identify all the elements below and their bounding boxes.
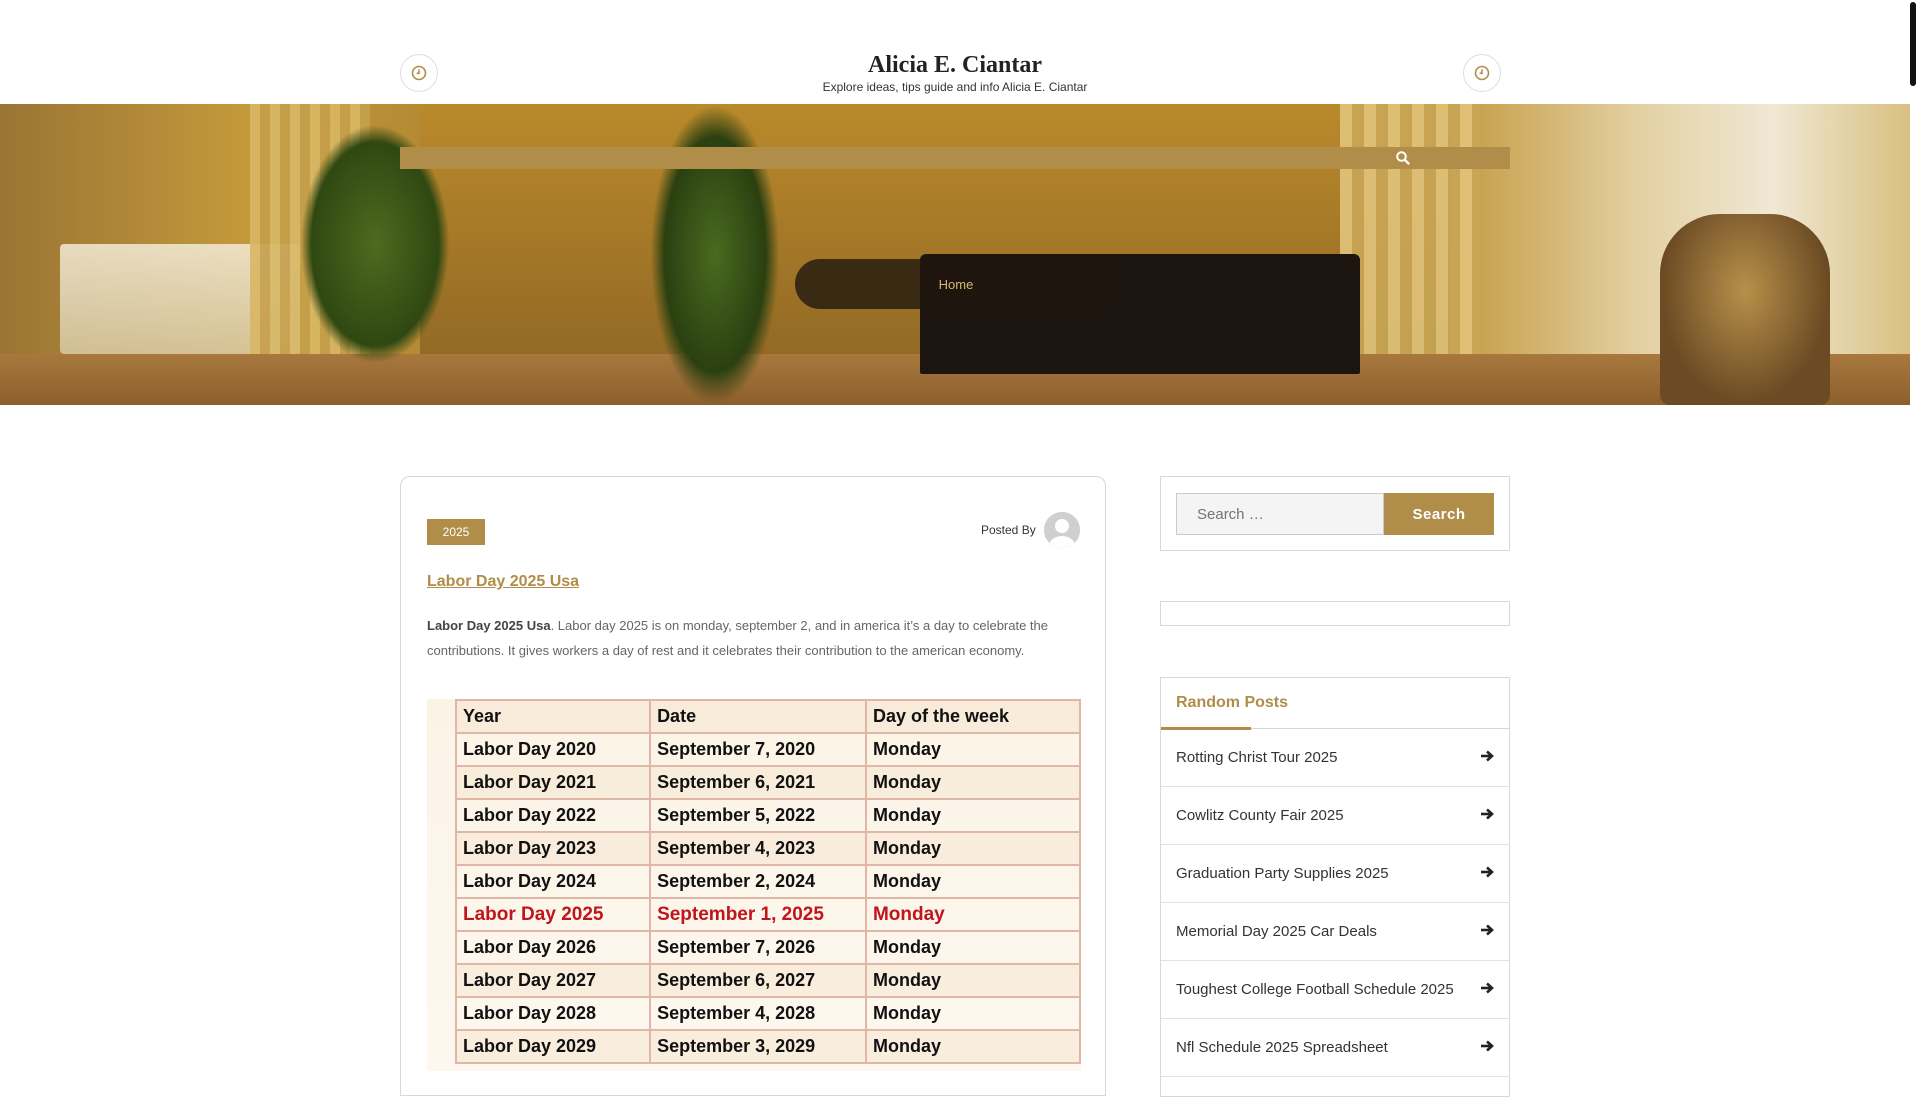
table-header-row: Year Date Day of the week: [454, 699, 1082, 734]
table-cell: Monday: [864, 1029, 1082, 1064]
table-cell: Labor Day 2020: [454, 732, 652, 767]
arrow-circle-right-icon: [1480, 749, 1494, 767]
user-avatar-icon: [1044, 512, 1080, 548]
table-row: Labor Day 2024 September 2, 2024 Monday: [454, 864, 1082, 899]
breadcrumb-home-link[interactable]: Home: [939, 277, 974, 292]
table-row: Labor Day 2022 September 5, 2022 Monday: [454, 798, 1082, 833]
table-row: Labor Day 2029 September 3, 2029 Monday: [454, 1029, 1082, 1064]
table-row: Labor Day 2027 September 6, 2027 Monday: [454, 963, 1082, 998]
table-cell: Monday: [864, 996, 1082, 1031]
table-cell: September 7, 2026: [649, 930, 867, 965]
table-row: Labor Day 2021 September 6, 2021 Monday: [454, 765, 1082, 800]
table-cell: Monday: [864, 732, 1082, 767]
random-post-link[interactable]: Memorial Day 2025 Car Deals: [1176, 923, 1377, 940]
post-excerpt-bold: Labor Day 2025 Usa: [427, 618, 551, 633]
list-item[interactable]: Cowlitz County Fair 2025: [1161, 787, 1509, 845]
table-cell: Labor Day 2024: [454, 864, 652, 899]
search-button[interactable]: Search: [1384, 493, 1494, 535]
breadcrumb: Home: [795, 259, 1117, 309]
table-row: Labor Day 2028 September 4, 2028 Monday: [454, 996, 1082, 1031]
list-item[interactable]: Rotting Christ Tour 2025: [1161, 729, 1509, 787]
table-cell: September 4, 2028: [649, 996, 867, 1031]
arrow-circle-right-icon: [1480, 1039, 1494, 1057]
random-post-link[interactable]: Toughest College Football Schedule 2025: [1176, 981, 1454, 998]
post-excerpt: Labor Day 2025 Usa. Labor day 2025 is on…: [427, 613, 1077, 663]
table-cell: Labor Day 2022: [454, 798, 652, 833]
posted-by-label: Posted By: [981, 523, 1036, 537]
table-cell: Labor Day 2023: [454, 831, 652, 866]
table-header-cell: Date: [649, 699, 867, 734]
table-row: Labor Day 2026 September 7, 2026 Monday: [454, 930, 1082, 965]
arrow-circle-right-icon: [1480, 807, 1494, 825]
table-cell: September 4, 2023: [649, 831, 867, 866]
hero-chair: [1660, 214, 1830, 405]
arrow-circle-right-icon: [1480, 923, 1494, 941]
random-posts-list: Rotting Christ Tour 2025 Cowlitz County F…: [1161, 729, 1509, 1077]
table-cell: September 2, 2024: [649, 864, 867, 899]
site-header: Alicia E. Ciantar Explore ideas, tips gu…: [0, 0, 1908, 104]
clock-icon: [1474, 65, 1490, 81]
site-title[interactable]: Alicia E. Ciantar: [0, 52, 1910, 79]
table-cell: September 1, 2025: [649, 897, 867, 932]
random-post-link[interactable]: Nfl Schedule 2025 Spreadsheet: [1176, 1039, 1388, 1056]
table-row: Labor Day 2025 September 1, 2025 Monday: [454, 897, 1082, 932]
table-cell: September 6, 2027: [649, 963, 867, 998]
search-input[interactable]: [1176, 493, 1384, 535]
empty-widget: [1160, 601, 1510, 626]
random-posts-widget: Random Posts Rotting Christ Tour 2025 Cow…: [1160, 677, 1510, 1097]
table-cell: Labor Day 2027: [454, 963, 652, 998]
table-cell: Labor Day 2021: [454, 765, 652, 800]
table-cell: Labor Day 2025: [454, 897, 652, 932]
list-item[interactable]: Memorial Day 2025 Car Deals: [1161, 903, 1509, 961]
random-post-link[interactable]: Graduation Party Supplies 2025: [1176, 865, 1389, 882]
main-navbar: [400, 147, 1510, 169]
table-cell: Monday: [864, 765, 1082, 800]
post-title-link[interactable]: Labor Day 2025 Usa: [427, 573, 579, 591]
table-cell: September 6, 2021: [649, 765, 867, 800]
list-item[interactable]: Graduation Party Supplies 2025: [1161, 845, 1509, 903]
list-item[interactable]: Nfl Schedule 2025 Spreadsheet: [1161, 1019, 1509, 1077]
table-cell: Monday: [864, 930, 1082, 965]
search-widget: Search: [1160, 476, 1510, 551]
table-cell: September 5, 2022: [649, 798, 867, 833]
table-header-cell: Day of the week: [864, 699, 1082, 734]
table-cell: Labor Day 2028: [454, 996, 652, 1031]
table-header-cell: Year: [454, 699, 652, 734]
table-row: Labor Day 2020 September 7, 2020 Monday: [454, 732, 1082, 767]
site-tagline: Explore ideas, tips guide and info Alici…: [822, 80, 1088, 94]
table-row: Labor Day 2023 September 4, 2023 Monday: [454, 831, 1082, 866]
table-cell: September 7, 2020: [649, 732, 867, 767]
table-cell: Monday: [864, 897, 1082, 932]
random-post-link[interactable]: Cowlitz County Fair 2025: [1176, 807, 1344, 824]
table-cell: Monday: [864, 831, 1082, 866]
post-card: 2025 Posted By Labor Day 2025 Usa Labor …: [400, 476, 1106, 1096]
table-cell: Labor Day 2029: [454, 1029, 652, 1064]
scrollbar-thumb[interactable]: [1910, 2, 1916, 86]
search-icon[interactable]: [1395, 150, 1411, 171]
list-item[interactable]: Toughest College Football Schedule 2025: [1161, 961, 1509, 1019]
table-cell: Labor Day 2026: [454, 930, 652, 965]
arrow-circle-right-icon: [1480, 981, 1494, 999]
table-cell: Monday: [864, 798, 1082, 833]
random-posts-title: Random Posts: [1176, 694, 1289, 711]
category-badge[interactable]: 2025: [427, 519, 485, 545]
table-cell: September 3, 2029: [649, 1029, 867, 1064]
table-cell: Monday: [864, 864, 1082, 899]
author-avatar[interactable]: [1044, 512, 1080, 548]
random-post-link[interactable]: Rotting Christ Tour 2025: [1176, 749, 1337, 766]
labor-day-table-image: Year Date Day of the week Labor Day 2020…: [427, 699, 1082, 1071]
header-right-button[interactable]: [1463, 54, 1501, 92]
arrow-circle-right-icon: [1480, 865, 1494, 883]
labor-day-table: Year Date Day of the week Labor Day 2020…: [454, 699, 1082, 1064]
table-cell: Monday: [864, 963, 1082, 998]
